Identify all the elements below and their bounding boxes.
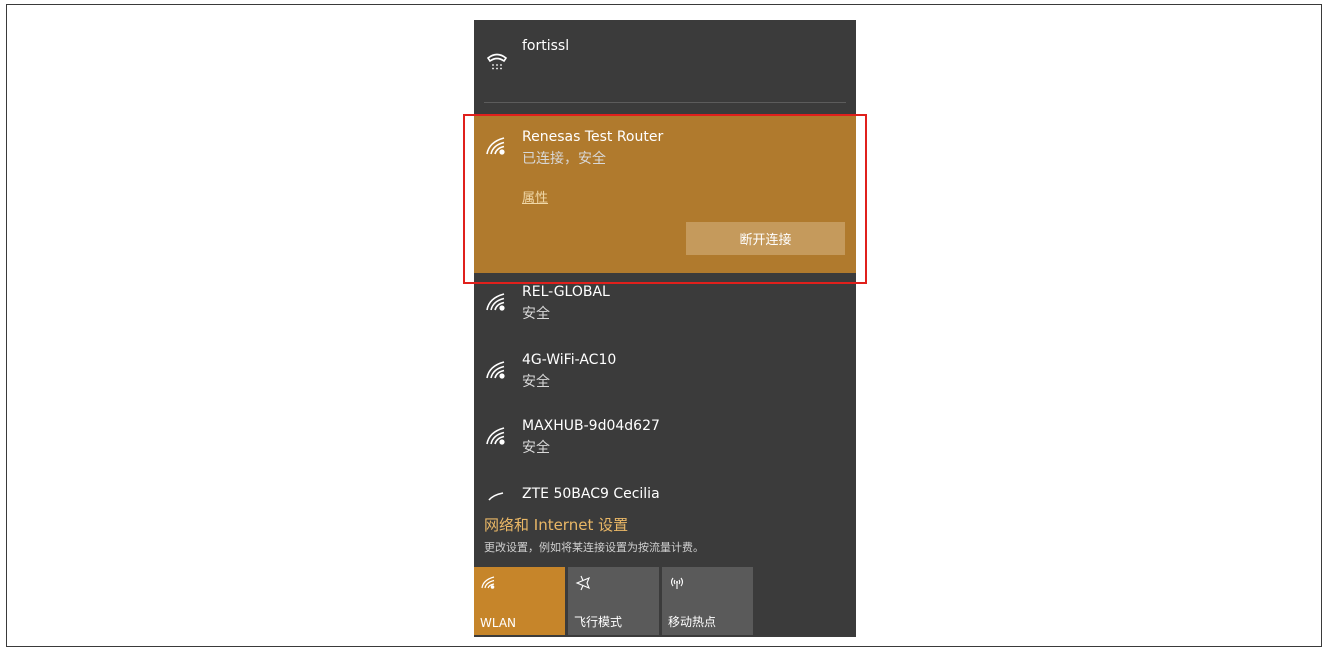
divider (484, 102, 846, 103)
wifi-weak-signal-icon (484, 486, 510, 512)
wifi-signal-icon (484, 424, 510, 450)
network-flyout: fortissl Renesas Test Router 已连接，安全 属性 断… (474, 20, 856, 637)
network-settings-description: 更改设置，例如将某连接设置为按流量计费。 (484, 541, 704, 554)
airplane-icon (574, 574, 592, 592)
connected-network-status: 已连接，安全 (522, 151, 606, 167)
network-item-4g-wifi[interactable]: 4G-WiFi-AC10 安全 (474, 346, 856, 406)
network-name: ZTE 50BAC9 Cecilia (522, 486, 660, 502)
vpn-item[interactable]: fortissl (474, 20, 856, 100)
connected-network-name: Renesas Test Router (522, 129, 664, 145)
network-status: 安全 (522, 306, 550, 322)
hotspot-icon (668, 574, 686, 592)
wifi-signal-icon (484, 134, 510, 160)
network-name: 4G-WiFi-AC10 (522, 352, 617, 368)
network-item-maxhub[interactable]: MAXHUB-9d04d627 安全 (474, 412, 856, 472)
wifi-signal-icon (484, 358, 510, 384)
network-settings-link[interactable]: 网络和 Internet 设置 (484, 514, 628, 535)
network-item-rel-global[interactable]: REL-GLOBAL 安全 (474, 278, 856, 338)
tile-label: WLAN (480, 616, 517, 630)
network-name: MAXHUB-9d04d627 (522, 418, 660, 434)
properties-link[interactable]: 属性 (522, 187, 548, 206)
network-item-zte[interactable]: ZTE 50BAC9 Cecilia (474, 480, 856, 510)
vpn-phone-icon (484, 48, 510, 74)
tile-label: 移动热点 (668, 615, 717, 629)
connected-network-item[interactable]: Renesas Test Router 已连接，安全 属性 断开连接 (474, 116, 856, 273)
wifi-icon (480, 574, 498, 592)
wifi-signal-icon (484, 290, 510, 316)
tile-label: 飞行模式 (574, 615, 623, 629)
vpn-name: fortissl (522, 38, 570, 54)
network-status: 安全 (522, 440, 550, 456)
wlan-toggle-tile[interactable]: WLAN (474, 567, 565, 635)
disconnect-button[interactable]: 断开连接 (686, 222, 845, 255)
mobile-hotspot-tile[interactable]: 移动热点 (662, 567, 753, 635)
network-status: 安全 (522, 374, 550, 390)
network-name: REL-GLOBAL (522, 284, 610, 300)
airplane-mode-tile[interactable]: 飞行模式 (568, 567, 659, 635)
